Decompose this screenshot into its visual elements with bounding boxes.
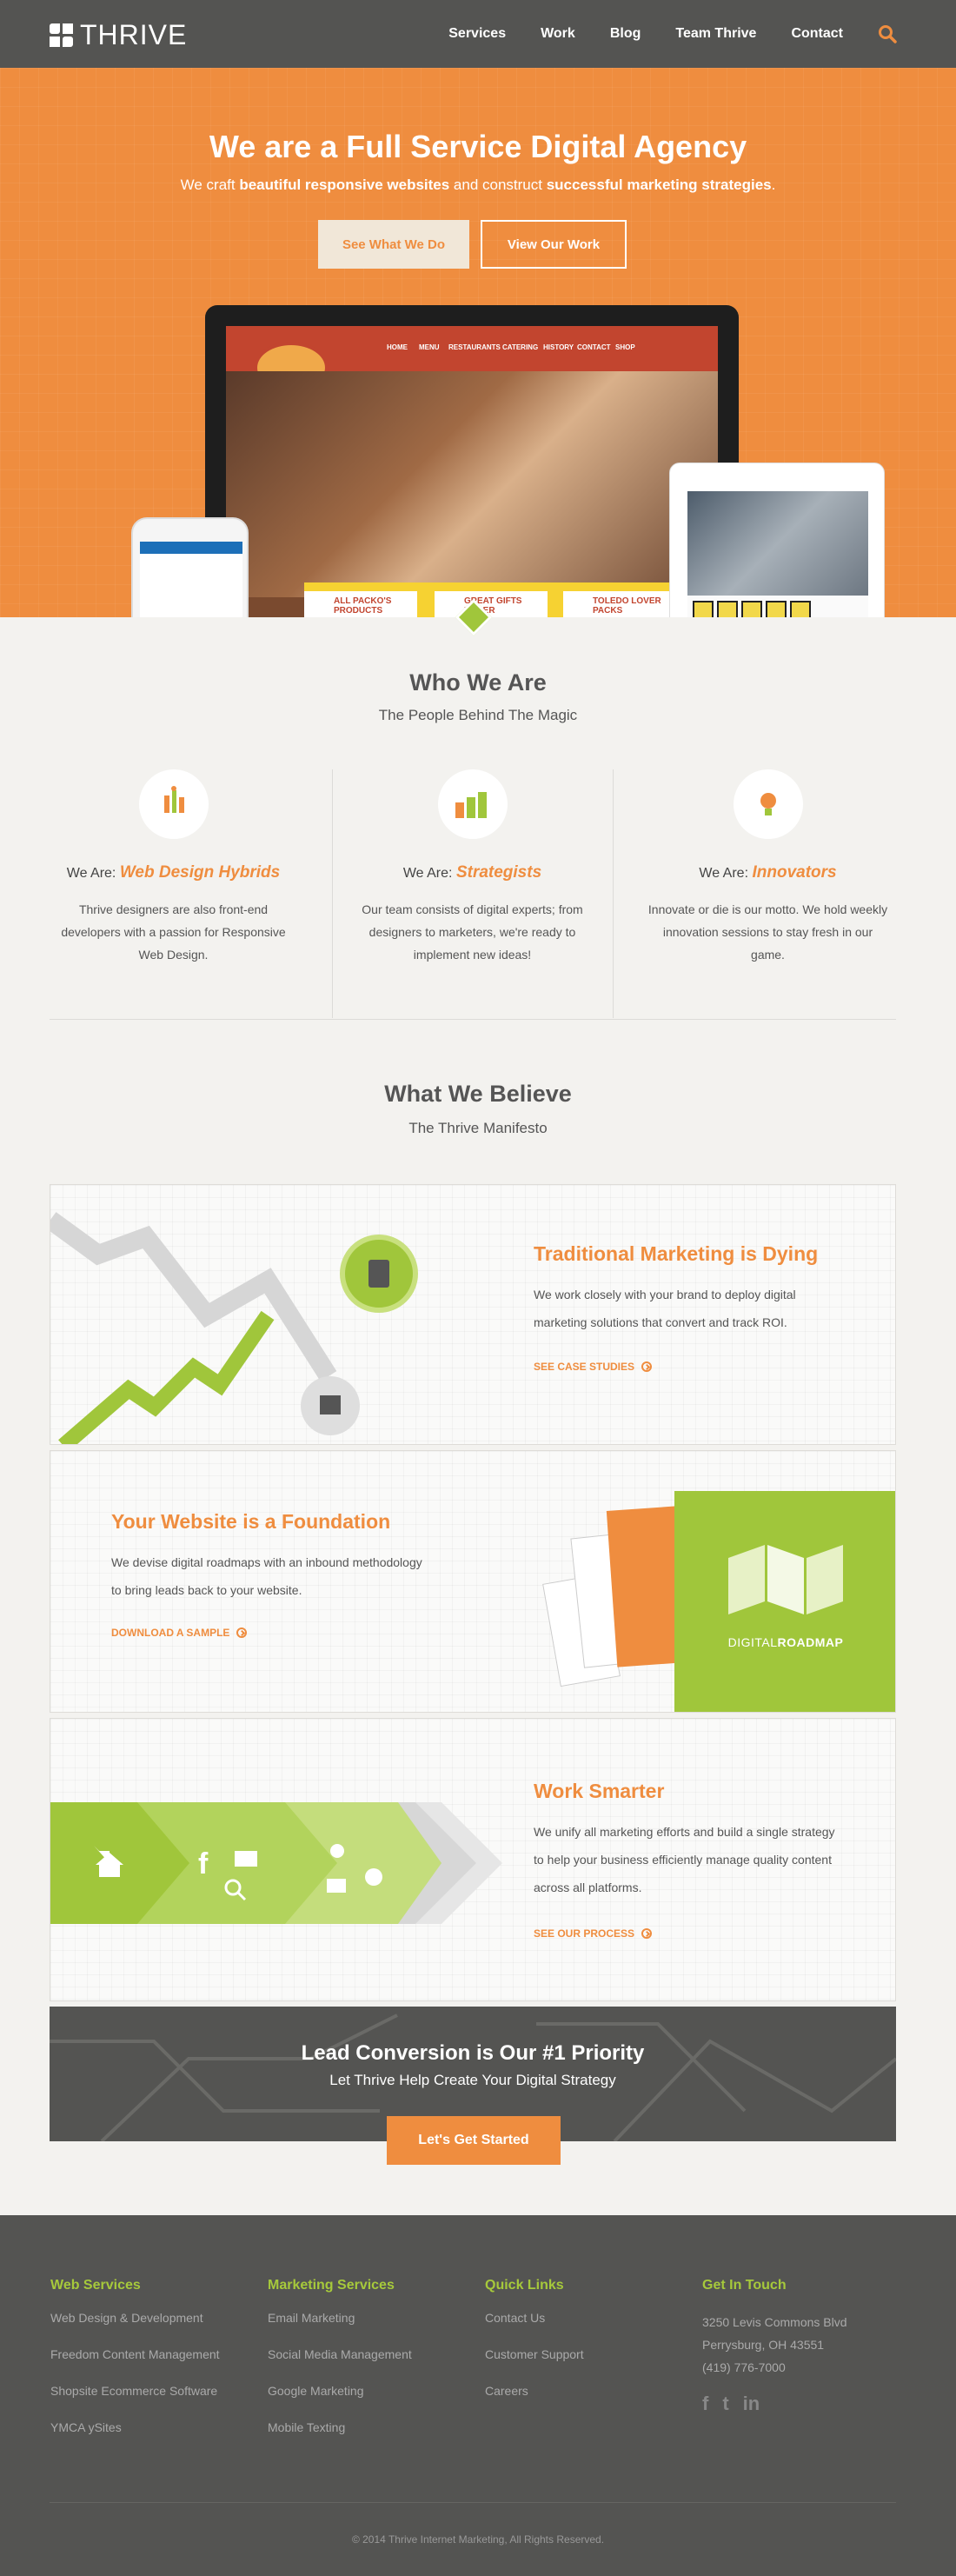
thrive-logo[interactable]: THRIVE: [50, 19, 188, 50]
manifesto-card-foundation: Your Website is a Foundation We devise d…: [50, 1450, 896, 1713]
process-arrows-illustration: f: [50, 1802, 502, 1924]
hero-section: We are a Full Service Digital Agency We …: [0, 68, 956, 617]
card-title-work-smarter: Work Smarter: [534, 1780, 665, 1802]
card-title-marketing: Traditional Marketing is Dying: [534, 1242, 819, 1265]
footer-column-title: Web Services: [50, 2278, 141, 2293]
who-item-innovators: We Are: Innovators Innovate or die is ou…: [627, 769, 908, 966]
footer-street: 3250 Levis Commons Blvd: [702, 2315, 847, 2329]
facebook-icon[interactable]: f: [702, 2393, 708, 2415]
card-text-work-smarter: We unify all marketing efforts and build…: [534, 1825, 835, 1894]
footer-link[interactable]: Mobile Texting: [268, 2420, 412, 2434]
main-nav: Services Work Blog Team Thrive Contact: [414, 26, 843, 42]
footer-divider: [50, 2502, 896, 2503]
see-our-process-link[interactable]: SEE OUR PROCESS: [534, 1927, 653, 1940]
search-icon[interactable]: [878, 24, 897, 43]
growth-graph-illustration: [50, 1212, 418, 1444]
footer-column-title: Quick Links: [485, 2278, 564, 2293]
footer-column-title: Get In Touch: [702, 2278, 787, 2293]
who-role-innovators: Innovators: [752, 863, 837, 882]
hero-subtitle: We craft beautiful responsive websites a…: [180, 176, 776, 193]
hero-title: We are a Full Service Digital Agency: [209, 129, 747, 164]
who-text-hybrids: Thrive designers are also front-end deve…: [61, 902, 286, 962]
who-role-strategists: Strategists: [455, 863, 542, 882]
hero-mockup-photo: [226, 371, 718, 597]
footer-link[interactable]: YMCA ySites: [50, 2420, 220, 2434]
logo-text: THRIVE: [80, 19, 188, 50]
footer-link[interactable]: Shopsite Ecommerce Software: [50, 2384, 220, 2398]
card-text-foundation: We devise digital roadmaps with an inbou…: [111, 1555, 422, 1597]
arrow-circle-icon: [641, 1361, 653, 1372]
who-role-hybrids: Web Design Hybrids: [119, 863, 281, 882]
footer-quick-links: Quick Links Contact Us Customer Support …: [485, 2278, 584, 2420]
manifesto-card-marketing: Traditional Marketing is Dying We work c…: [50, 1184, 896, 1445]
phone-mockup: [131, 517, 249, 617]
lightbulb-icon: [733, 769, 803, 839]
roadmap-documents-illustration: [542, 1500, 687, 1700]
footer-link[interactable]: Web Design & Development: [50, 2311, 220, 2325]
view-our-work-button[interactable]: View Our Work: [481, 220, 627, 269]
see-case-studies-link[interactable]: SEE CASE STUDIES: [534, 1361, 653, 1373]
svg-text:f: f: [198, 1847, 209, 1880]
cta-subtitle: Let Thrive Help Create Your Digital Stra…: [329, 2072, 616, 2088]
digital-roadmap-badge: DIGITALROADMAP: [674, 1491, 895, 1712]
nav-services[interactable]: Services: [448, 26, 506, 42]
who-we-are-title: Who We Are: [409, 669, 547, 696]
social-links: f t in: [702, 2393, 760, 2415]
footer-web-services: Web Services Web Design & Development Fr…: [50, 2278, 220, 2457]
design-tools-icon: [138, 769, 209, 839]
column-divider: [613, 769, 614, 1018]
nav-blog[interactable]: Blog: [610, 26, 641, 42]
who-text-innovators: Innovate or die is our motto. We hold we…: [647, 902, 888, 962]
footer-link[interactable]: Google Marketing: [268, 2384, 412, 2398]
arrow-circle-icon: [641, 1928, 653, 1939]
cta-title: Lead Conversion is Our #1 Priority: [301, 2041, 645, 2065]
footer-get-in-touch: Get In Touch 3250 Levis Commons Blvd Per…: [702, 2278, 847, 2379]
copyright: © 2014 Thrive Internet Marketing, All Ri…: [351, 2533, 605, 2546]
arrow-circle-icon: [236, 1627, 248, 1638]
mockup-promo-strip: ALL PACKO'S PRODUCTS GREAT GIFTS UNDER T…: [304, 582, 678, 617]
site-footer: Web Services Web Design & Development Fr…: [0, 2215, 956, 2576]
map-icon: [728, 1545, 843, 1614]
who-item-hybrids: We Are: Web Design Hybrids Thrive design…: [33, 769, 314, 966]
who-text-strategists: Our team consists of digital experts; fr…: [362, 902, 583, 962]
what-we-believe-subtitle: The Thrive Manifesto: [408, 1120, 548, 1136]
manifesto-card-work-smarter: f Work Smarter We unify all marketing ef…: [50, 1718, 896, 2001]
linkedin-icon[interactable]: in: [743, 2393, 760, 2415]
twitter-icon[interactable]: t: [722, 2393, 728, 2415]
footer-marketing-services: Marketing Services Email Marketing Socia…: [268, 2278, 412, 2457]
logo-mark-icon: [50, 23, 73, 47]
footer-link[interactable]: Contact Us: [485, 2311, 584, 2325]
desktop-mockup: HOME MENU RESTAURANTS CATERING HISTORY C…: [205, 305, 739, 617]
section-divider: [50, 1019, 896, 1020]
card-title-foundation: Your Website is a Foundation: [111, 1510, 391, 1533]
footer-column-title: Marketing Services: [268, 2278, 395, 2293]
footer-link[interactable]: Email Marketing: [268, 2311, 412, 2325]
card-text-marketing: We work closely with your brand to deplo…: [534, 1288, 796, 1329]
bar-chart-icon: [437, 769, 508, 839]
site-header: THRIVE Services Work Blog Team Thrive Co…: [0, 0, 956, 68]
footer-city: Perrysburg, OH 43551: [702, 2338, 825, 2352]
nav-work[interactable]: Work: [541, 26, 575, 42]
nav-team-thrive[interactable]: Team Thrive: [675, 26, 756, 42]
who-we-are-subtitle: The People Behind The Magic: [378, 707, 578, 723]
download-sample-link[interactable]: DOWNLOAD A SAMPLE: [111, 1627, 248, 1639]
see-what-we-do-button[interactable]: See What We Do: [318, 220, 469, 269]
who-item-strategists: We Are: Strategists Our team consists of…: [332, 769, 613, 966]
footer-link[interactable]: Social Media Management: [268, 2347, 412, 2361]
footer-link[interactable]: Customer Support: [485, 2347, 584, 2361]
nav-contact[interactable]: Contact: [791, 26, 843, 42]
what-we-believe-title: What We Believe: [384, 1081, 572, 1107]
tablet-mockup: [669, 463, 885, 617]
footer-link[interactable]: Freedom Content Management: [50, 2347, 220, 2361]
footer-phone: (419) 776-7000: [702, 2360, 786, 2374]
lets-get-started-button[interactable]: Let's Get Started: [387, 2116, 561, 2165]
footer-link[interactable]: Careers: [485, 2384, 584, 2398]
